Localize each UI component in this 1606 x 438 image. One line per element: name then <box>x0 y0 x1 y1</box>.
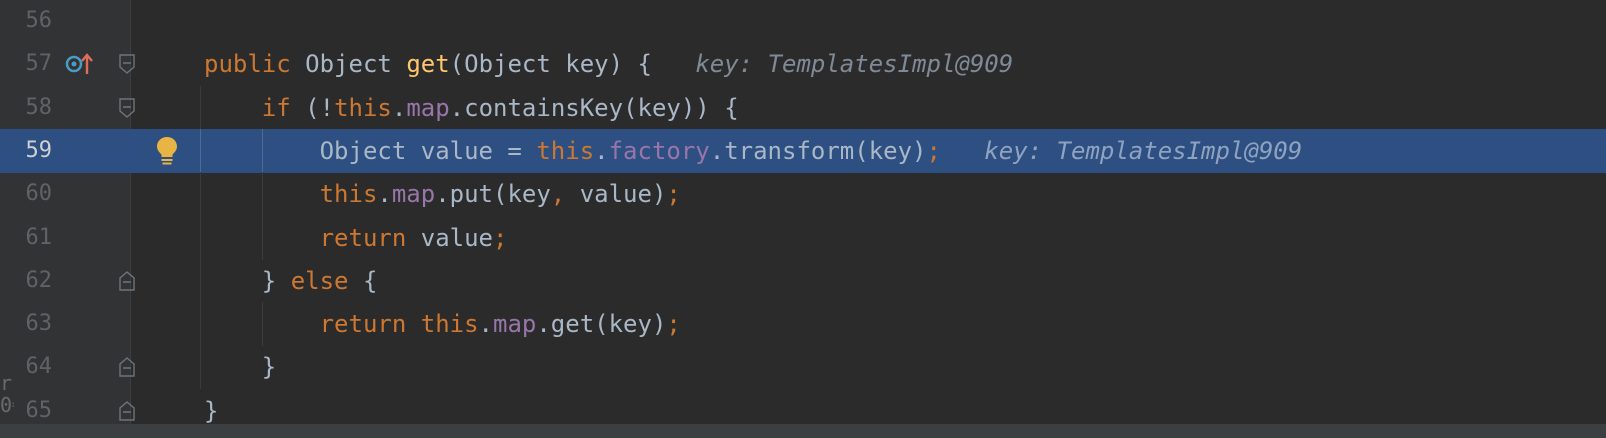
code-token: (Object key) { <box>449 50 652 79</box>
code-token: ; <box>926 136 941 165</box>
code-line-63[interactable]: 63 return this.map.get(key); <box>0 302 1606 347</box>
code-line-60[interactable]: 60 this.map.put(key, value); <box>0 172 1606 217</box>
code-token: , <box>550 180 566 209</box>
code-line-58[interactable]: 58 if (!this.map.containsKey(key)) { <box>0 85 1606 130</box>
code-token: ; <box>666 310 681 339</box>
code-text[interactable]: this.map.put(key, value); <box>204 172 681 216</box>
code-text[interactable]: } else { <box>204 259 378 303</box>
code-line-64[interactable]: 64 } <box>0 345 1606 390</box>
code-text[interactable]: if (!this.map.containsKey(key)) { <box>204 86 739 130</box>
code-token: .put(key <box>435 180 551 209</box>
code-token: this <box>319 180 378 209</box>
line-number[interactable]: 65 <box>0 389 53 424</box>
indent-guide <box>200 172 201 217</box>
code-token: else <box>290 266 363 295</box>
code-text[interactable]: return this.map.get(key); <box>204 302 681 346</box>
line-number[interactable]: 59 <box>0 129 53 173</box>
code-token: . <box>478 310 493 339</box>
fold-collapse-icon[interactable] <box>119 54 135 75</box>
code-token: public <box>204 50 306 79</box>
code-token: .containsKey(key)) { <box>449 93 739 122</box>
code-token: map <box>406 93 450 122</box>
code-text[interactable]: return value; <box>204 216 508 260</box>
fold-collapse-icon[interactable] <box>119 97 135 118</box>
code-token: value) <box>565 180 667 209</box>
code-token: get <box>406 50 450 79</box>
indent-guide <box>200 345 201 390</box>
code-token: map <box>391 180 436 209</box>
code-line-59[interactable]: 59 Object value = this.factory.transform… <box>0 128 1606 173</box>
indent-guide <box>200 128 201 173</box>
code-token: . <box>377 180 392 209</box>
code-line-65[interactable]: 65} <box>0 389 1606 424</box>
code-token: this <box>536 136 595 165</box>
code-text[interactable]: Object value = this.factory.transform(ke… <box>204 129 1303 173</box>
code-text[interactable]: public Object get(Object key) { key: Tem… <box>204 42 1013 86</box>
code-token: return <box>204 223 421 252</box>
line-number[interactable]: 57 <box>0 42 53 86</box>
code-token: . <box>594 136 609 165</box>
code-token: { <box>362 266 378 295</box>
indent-guide <box>200 258 201 303</box>
horizontal-scrollbar[interactable] <box>0 424 1606 438</box>
code-line-57[interactable]: 57 public Object get(Object key) { key: T… <box>0 42 1606 86</box>
override-method-icon[interactable] <box>64 50 96 78</box>
code-token: ; <box>666 180 681 209</box>
fold-end-icon[interactable] <box>119 400 135 421</box>
code-line-56[interactable]: 56 <box>0 0 1606 43</box>
code-line-61[interactable]: 61 return value; <box>0 215 1606 260</box>
line-number[interactable]: 58 <box>0 86 53 130</box>
code-token: value <box>420 223 493 252</box>
code-token: ; <box>493 223 508 252</box>
code-token: (! <box>305 93 335 122</box>
code-text[interactable]: } <box>204 345 276 389</box>
code-token: } <box>204 396 219 424</box>
code-editor[interactable]: r 0€ 5657public Object get(Object key) {… <box>0 0 1606 424</box>
line-number[interactable]: 60 <box>0 172 53 216</box>
code-token: if <box>204 93 306 122</box>
line-number[interactable]: 62 <box>0 259 53 303</box>
line-number[interactable]: 61 <box>0 216 53 260</box>
code-text[interactable]: } <box>204 389 218 424</box>
fold-end-icon[interactable] <box>119 270 135 291</box>
code-token: factory <box>608 136 710 165</box>
code-token: map <box>493 310 537 339</box>
code-token: return <box>204 310 421 339</box>
code-line-62[interactable]: 62 } else { <box>0 258 1606 303</box>
code-token: . <box>391 93 407 122</box>
indent-guide <box>200 302 201 347</box>
line-number[interactable]: 64 <box>0 345 53 389</box>
line-number[interactable]: 63 <box>0 302 53 346</box>
code-token: .transform(key) <box>709 136 927 165</box>
inlay-hint: key: TemplatesImpl@909 <box>940 136 1303 165</box>
code-token: this <box>420 310 479 339</box>
code-token: } <box>204 353 277 382</box>
indent-guide <box>200 215 201 260</box>
inlay-hint: key: TemplatesImpl@909 <box>651 50 1014 79</box>
intention-bulb-icon[interactable] <box>155 136 179 166</box>
fold-end-icon[interactable] <box>119 357 135 378</box>
code-token: .get(key) <box>536 310 667 339</box>
code-token: Object value = <box>204 136 537 165</box>
line-number[interactable]: 56 <box>0 0 53 43</box>
code-token: } <box>204 266 291 295</box>
indent-guide <box>200 85 201 130</box>
code-token: Object <box>305 50 407 79</box>
code-token: this <box>334 93 392 122</box>
